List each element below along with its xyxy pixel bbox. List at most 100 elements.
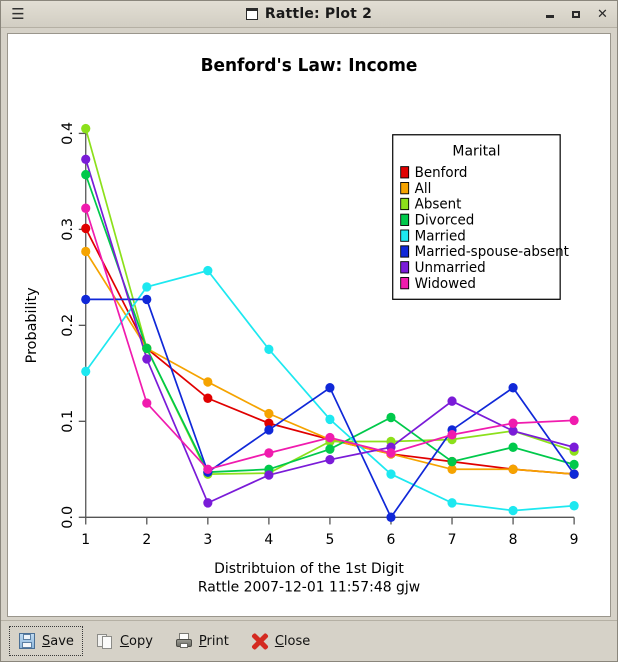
legend-label: Absent <box>415 196 462 212</box>
save-button[interactable]: Save <box>9 626 83 656</box>
print-button-label: Print <box>198 633 229 649</box>
data-point <box>203 393 213 404</box>
save-button-label: Save <box>42 633 74 649</box>
legend-label: Unmarried <box>415 260 486 276</box>
data-point <box>386 469 396 479</box>
y-tick-label: 0.4 <box>60 122 76 145</box>
data-point <box>81 223 91 234</box>
data-point <box>325 444 335 454</box>
legend-label: Married <box>415 228 466 244</box>
y-tick-label: 0.1 <box>60 410 76 433</box>
window-controls: ✕ <box>545 1 608 27</box>
legend-swatch <box>400 229 410 242</box>
x-tick-label: 9 <box>570 532 579 548</box>
legend-swatch <box>400 245 410 258</box>
data-point <box>142 282 152 292</box>
window-menu-icon[interactable]: ☰ <box>7 4 29 24</box>
data-point <box>569 415 579 426</box>
data-point <box>325 454 335 465</box>
y-tick-label: 0.2 <box>60 314 76 337</box>
data-point <box>142 343 152 354</box>
copy-pages-icon <box>96 632 114 650</box>
legend-title: Marital <box>452 143 500 159</box>
chart-title: Benford's Law: Income <box>201 56 418 76</box>
x-tick-label: 7 <box>448 532 457 548</box>
legend-swatch <box>400 261 410 274</box>
x-tick-label: 6 <box>387 532 396 548</box>
data-point <box>508 505 518 516</box>
data-point <box>386 448 396 458</box>
data-point <box>264 470 274 480</box>
y-tick-label: 0.3 <box>60 218 76 241</box>
x-tick-label: 5 <box>325 532 334 548</box>
data-point <box>508 418 518 428</box>
close-button[interactable]: Close <box>242 626 319 656</box>
data-point <box>569 442 579 452</box>
data-point <box>569 501 579 511</box>
y-tick-label: 0.0 <box>60 506 76 529</box>
data-point <box>81 294 91 305</box>
data-point <box>203 498 213 508</box>
legend-label: Married-spouse-absent <box>415 244 570 260</box>
plot-window: ☰ Rattle: Plot 2 ✕ Benford's Law: Income… <box>0 0 618 662</box>
data-point <box>81 203 91 213</box>
title-bar: ☰ Rattle: Plot 2 ✕ <box>1 1 617 28</box>
data-point <box>264 344 274 355</box>
plot-area: Benford's Law: Income 1 2 3 4 5 6 7 8 9 0.0 0.1 0.2 0… <box>1 28 617 620</box>
legend-label: Benford <box>415 165 468 181</box>
data-point <box>447 456 457 467</box>
data-point <box>81 246 91 257</box>
close-button-label: Close <box>274 633 311 649</box>
series-line <box>85 298 575 519</box>
x-axis-label: Distribtuion of the 1st Digit <box>214 561 404 577</box>
data-point <box>142 354 152 364</box>
bottom-toolbar: Save Copy Print Close <box>1 620 617 661</box>
y-axis-label: Probability <box>24 287 40 363</box>
floppy-disk-icon <box>18 632 36 650</box>
data-point <box>325 432 335 443</box>
maximize-icon[interactable] <box>571 9 582 20</box>
x-tick-label: 4 <box>264 532 273 548</box>
x-tick-label: 2 <box>142 532 151 548</box>
data-point <box>325 414 335 425</box>
data-point <box>203 464 213 475</box>
data-point <box>203 265 213 276</box>
data-point <box>203 377 213 387</box>
minimize-icon[interactable] <box>545 9 556 20</box>
legend-label: Divorced <box>415 212 475 228</box>
data-point <box>508 464 518 475</box>
data-point <box>264 448 274 458</box>
data-point <box>81 169 91 180</box>
window-title: Rattle: Plot 2 <box>264 6 373 22</box>
data-point <box>142 398 152 408</box>
legend-label: All <box>415 181 432 197</box>
legend-swatch <box>400 213 410 226</box>
copy-button[interactable]: Copy <box>87 626 162 656</box>
data-point <box>447 498 457 508</box>
data-point <box>386 412 396 423</box>
printer-icon <box>175 632 193 650</box>
data-point <box>264 408 274 419</box>
close-icon[interactable]: ✕ <box>597 8 608 21</box>
title-bar-center: Rattle: Plot 2 <box>1 1 617 27</box>
legend-swatch <box>400 197 410 211</box>
red-x-icon <box>251 632 269 651</box>
data-point <box>81 123 91 134</box>
data-point <box>569 469 579 479</box>
data-point <box>81 366 91 377</box>
x-tick-label: 3 <box>203 532 212 548</box>
legend-swatch <box>400 166 410 179</box>
copy-button-label: Copy <box>119 633 153 649</box>
legend-label: Widowed <box>415 276 476 292</box>
plot-canvas: Benford's Law: Income 1 2 3 4 5 6 7 8 9 0.0 0.1 0.2 0… <box>7 33 611 617</box>
data-point <box>264 425 274 435</box>
data-point <box>386 512 396 523</box>
data-point <box>81 154 91 165</box>
data-point <box>447 396 457 406</box>
x-tick-label: 8 <box>509 532 518 548</box>
window-icon <box>245 8 258 20</box>
data-point <box>569 459 579 470</box>
print-button[interactable]: Print <box>166 626 238 656</box>
data-point <box>508 382 518 393</box>
data-point <box>325 382 335 393</box>
